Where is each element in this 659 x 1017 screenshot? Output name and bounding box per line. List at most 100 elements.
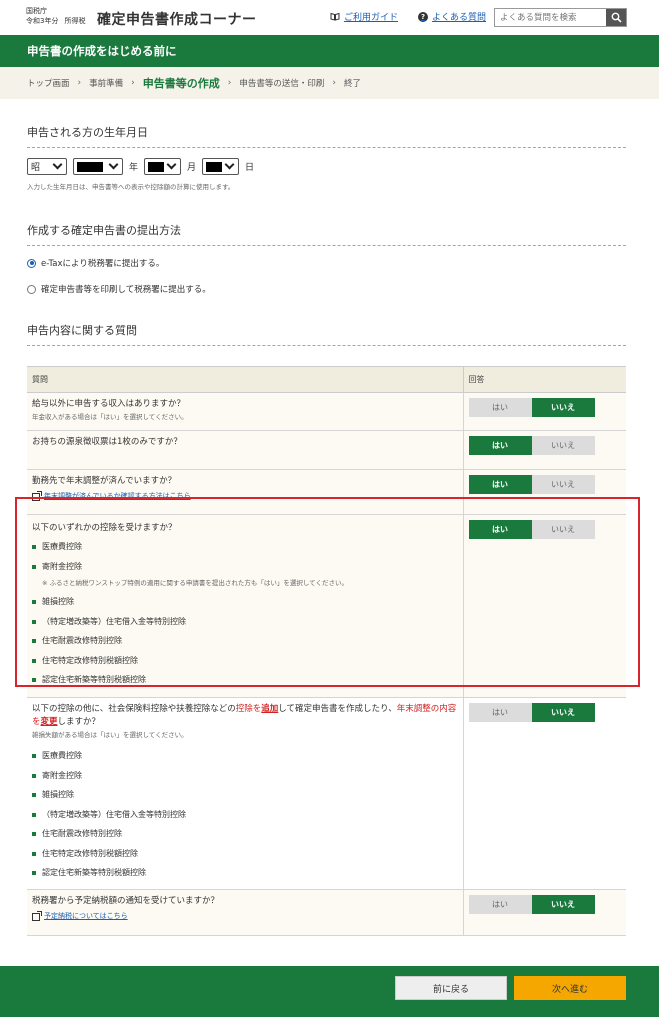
question-text: 税務署から予定納税額の通知を受けていますか？ bbox=[32, 896, 220, 906]
year-unit: 年 bbox=[129, 163, 139, 173]
question-text-part: 控除を bbox=[235, 704, 262, 714]
deduction-list: 雑損控除 （特定増改築等）住宅借入金等特別控除 住宅耐震改修特別控除 住宅特定改… bbox=[32, 592, 458, 690]
no-button[interactable]: いいえ bbox=[531, 398, 595, 417]
next-button[interactable]: 次へ進む bbox=[514, 976, 626, 1000]
search-icon bbox=[611, 12, 622, 23]
yes-no-toggle: はい いいえ bbox=[468, 398, 595, 417]
yes-button[interactable]: はい bbox=[468, 703, 532, 722]
question-row: 給与以外に申告する収入はありますか？ 年金収入がある場合は「はい」を選択してくだ… bbox=[27, 392, 626, 431]
questions-section: 申告内容に関する質問 質問 回答 給与以外に申告する収入はありますか？ 年金収入… bbox=[27, 322, 626, 936]
question-note: 雑損失額がある場合は「はい」を選択してください。 bbox=[32, 731, 188, 739]
footer-bar: 前に戻る 次へ進む bbox=[0, 966, 659, 1017]
no-button[interactable]: いいえ bbox=[531, 703, 595, 722]
list-item: 医療費控除 bbox=[32, 746, 458, 766]
faq-link[interactable]: ? よくある質問 bbox=[418, 10, 486, 23]
chevron-down-icon bbox=[224, 159, 235, 170]
site-title[interactable]: 確定申告書作成コーナー bbox=[97, 9, 257, 29]
question-text-part: しますか？ bbox=[57, 717, 101, 727]
chevron-right-icon: › bbox=[77, 78, 82, 88]
link-label: 年末調整が済んでいるか確認する方法はこちら bbox=[44, 492, 191, 500]
yes-button[interactable]: はい bbox=[468, 436, 532, 455]
guide-link[interactable]: ご利用ガイド bbox=[330, 10, 398, 23]
no-button[interactable]: いいえ bbox=[531, 475, 595, 494]
list-item: 医療費控除 bbox=[32, 537, 458, 557]
list-item: 雑損控除 bbox=[32, 592, 458, 612]
yes-no-toggle: はい いいえ bbox=[468, 436, 595, 455]
deduction-list: 医療費控除 寄附金控除 雑損控除 （特定増改築等）住宅借入金等特別控除 住宅耐震… bbox=[32, 746, 458, 883]
question-column-header: 質問 bbox=[27, 366, 463, 393]
era-select[interactable]: 昭 bbox=[27, 158, 67, 175]
no-button[interactable]: いいえ bbox=[531, 895, 595, 914]
chevron-right-icon: › bbox=[131, 78, 135, 88]
breadcrumb-prep: 事前準備 bbox=[89, 79, 124, 89]
question-text: 以下の控除の他に、社会保険料控除や扶養控除などの控除を追加して確定申告書を作成し… bbox=[32, 703, 458, 729]
questions-table: 質問 回答 給与以外に申告する収入はありますか？ 年金収入がある場合は「はい」を… bbox=[27, 366, 626, 936]
tax-year: 令和3年分 bbox=[26, 17, 59, 25]
question-note: 年金収入がある場合は「はい」を選択してください。 bbox=[32, 413, 188, 421]
yes-button[interactable]: はい bbox=[468, 895, 532, 914]
redacted-value bbox=[148, 161, 165, 172]
list-item: 住宅特定改修特別税額控除 bbox=[32, 844, 458, 864]
yes-button[interactable]: はい bbox=[468, 520, 532, 539]
breadcrumb-current: 申告書等の作成 bbox=[142, 77, 220, 90]
chevron-down-icon bbox=[166, 159, 177, 170]
yes-no-toggle: はい いいえ bbox=[468, 895, 595, 914]
no-button[interactable]: いいえ bbox=[531, 436, 595, 455]
chevron-down-icon bbox=[108, 159, 119, 170]
search-button[interactable] bbox=[606, 9, 626, 26]
birthdate-section: 申告される方の生年月日 昭 年 月 日 入力した生年月日は、申告書等への表示や控… bbox=[27, 124, 626, 191]
agency-info: 国税庁 令和3年分 所得税 bbox=[26, 6, 91, 26]
search-input[interactable] bbox=[495, 9, 606, 26]
no-button[interactable]: いいえ bbox=[531, 520, 595, 539]
deduction-list: 医療費控除 寄附金控除 bbox=[32, 537, 458, 576]
external-link-icon bbox=[32, 490, 42, 501]
question-row: お持ちの源泉徴収票は1枚のみですか？ はい いいえ bbox=[27, 430, 626, 470]
agency-name: 国税庁 bbox=[26, 7, 47, 15]
link-label: 予定納税についてはこちら bbox=[44, 912, 128, 920]
question-row: 勤務先で年末調整が済んでいますか？ 年末調整が済んでいるか確認する方法はこちら … bbox=[27, 469, 626, 515]
yes-no-toggle: はい いいえ bbox=[468, 520, 595, 539]
submission-title: 作成する確定申告書の提出方法 bbox=[27, 222, 626, 246]
birthdate-title: 申告される方の生年月日 bbox=[27, 124, 626, 148]
breadcrumb: トップ画面 › 事前準備 › 申告書等の作成 › 申告書等の送信・印刷 › 終了 bbox=[0, 67, 659, 99]
question-text-emphasis: 変更 bbox=[40, 717, 58, 727]
radio-print[interactable]: 確定申告書等を印刷して税務署に提出する。 bbox=[27, 283, 626, 295]
breadcrumb-top: トップ画面 bbox=[27, 79, 70, 89]
yes-button[interactable]: はい bbox=[468, 475, 532, 494]
yes-no-toggle: はい いいえ bbox=[468, 475, 595, 494]
yes-no-toggle: はい いいえ bbox=[468, 703, 595, 722]
book-icon bbox=[330, 12, 340, 22]
month-select[interactable] bbox=[144, 158, 182, 175]
radio-button[interactable] bbox=[27, 284, 36, 294]
month-unit: 月 bbox=[187, 163, 197, 173]
chevron-right-icon: › bbox=[227, 78, 232, 88]
question-text: 給与以外に申告する収入はありますか？ bbox=[32, 399, 186, 409]
breadcrumb-end: 終了 bbox=[343, 79, 361, 89]
answer-column-header: 回答 bbox=[462, 366, 626, 393]
questions-title: 申告内容に関する質問 bbox=[27, 322, 626, 346]
birthdate-fields: 昭 年 月 日 bbox=[27, 158, 626, 175]
yes-button[interactable]: はい bbox=[468, 398, 532, 417]
submission-section: 作成する確定申告書の提出方法 e-Taxにより税務署に提出する。 確定申告書等を… bbox=[27, 222, 626, 295]
question-text: 勤務先で年末調整が済んでいますか？ bbox=[32, 476, 177, 486]
tax-type: 所得税 bbox=[64, 17, 86, 25]
estimated-tax-link[interactable]: 予定納税についてはこちら bbox=[32, 910, 458, 923]
day-unit: 日 bbox=[245, 163, 255, 173]
radio-etax[interactable]: e-Taxにより税務署に提出する。 bbox=[27, 257, 626, 269]
year-end-adjustment-link[interactable]: 年末調整が済んでいるか確認する方法はこちら bbox=[32, 490, 458, 503]
site-header: 国税庁 令和3年分 所得税 確定申告書作成コーナー ご利用ガイド ? よくある質問 bbox=[0, 0, 659, 35]
day-select[interactable] bbox=[202, 158, 240, 175]
furusato-note: ※ ふるさと納税ワンストップ特例の適用に関する申請書を提出された方も「はい」を選… bbox=[42, 579, 348, 587]
question-text-part: して確定申告書を作成したり、 bbox=[278, 704, 397, 714]
era-value: 昭 bbox=[31, 163, 41, 173]
list-item: 認定住宅新築等特別税額控除 bbox=[32, 670, 458, 690]
radio-button[interactable] bbox=[27, 258, 36, 268]
back-button[interactable]: 前に戻る bbox=[395, 976, 507, 1000]
question-row: 以下の控除の他に、社会保険料控除や扶養控除などの控除を追加して確定申告書を作成し… bbox=[27, 697, 626, 890]
list-item: （特定増改築等）住宅借入金等特別控除 bbox=[32, 612, 458, 632]
page-banner: 申告書の作成をはじめる前に bbox=[0, 35, 659, 67]
chevron-down-icon bbox=[52, 159, 63, 170]
year-select[interactable] bbox=[73, 158, 123, 175]
list-item: 認定住宅新築等特別税額控除 bbox=[32, 863, 458, 883]
question-row: 以下のいずれかの控除を受けますか？ 医療費控除 寄附金控除 ※ ふるさと納税ワン… bbox=[27, 514, 626, 698]
